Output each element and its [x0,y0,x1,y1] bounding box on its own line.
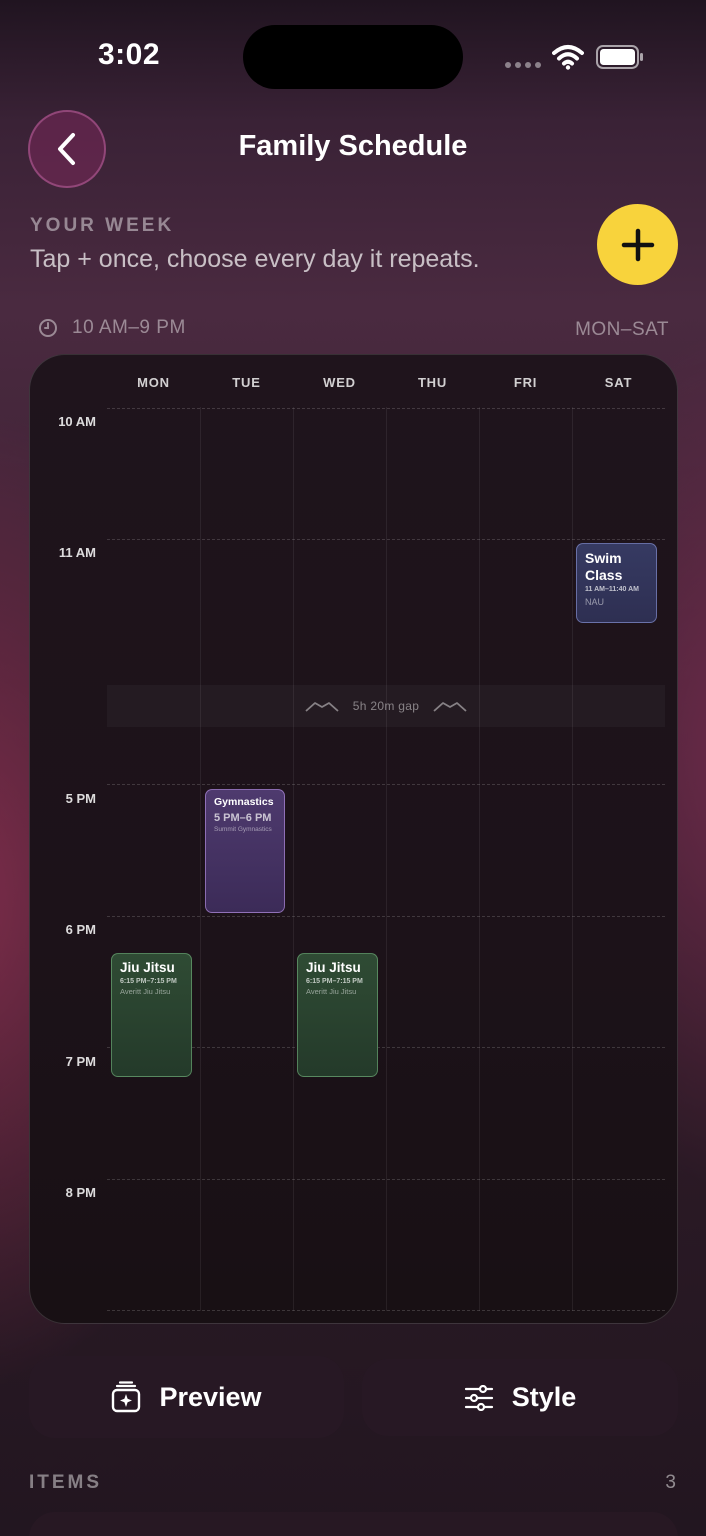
hour-gridline [107,539,665,540]
style-button-label: Style [511,1382,577,1412]
wifi-icon [552,45,584,70]
event-title: Jiu Jitsu [120,960,175,975]
battery-icon [596,45,643,69]
event-gymnastics[interactable]: Gymnastics 5 PM–6 PM Summit Gymnastics [205,789,285,913]
zigzag-icon [433,702,467,712]
style-button[interactable]: Style [362,1359,678,1436]
column-divider [200,407,201,1311]
plus-icon [621,228,654,261]
column-divider [293,407,294,1311]
zigzag-icon [305,702,339,712]
preview-sparkle-icon [112,1381,141,1413]
day-header-wed: WED [323,375,356,390]
event-title: Jiu Jitsu [306,960,361,975]
event-location: Summit Gymnastics [214,826,272,833]
column-divider [479,407,480,1311]
preview-button[interactable]: Preview [29,1356,344,1438]
gap-label: 5h 20m gap [352,699,420,713]
page-title: Family Schedule [238,130,468,162]
hour-label-5pm: 5 PM [65,791,96,806]
day-header-thu: THU [417,375,448,390]
event-jiu-jitsu-mon[interactable]: Jiu Jitsu 6:15 PM–7:15 PM Averitt Jiu Ji… [111,953,192,1077]
column-divider [572,407,573,1311]
dynamic-island [243,25,463,89]
event-jiu-jitsu-wed[interactable]: Jiu Jitsu 6:15 PM–7:15 PM Averitt Jiu Ji… [297,953,378,1077]
hour-label-11am: 11 AM [58,545,96,560]
add-event-button[interactable] [597,204,678,285]
hour-label-7pm: 7 PM [65,1054,96,1069]
event-location: NAU [585,597,605,607]
event-time: 6:15 PM–7:15 PM [120,978,177,985]
hour-gridline [107,1310,665,1311]
day-header-tue: TUE [232,375,261,390]
status-time: 3:02 [98,38,161,71]
section-label-your-week: YOUR WEEK [30,215,175,236]
time-range: 10 AM–9 PM [38,317,186,339]
event-time: 5 PM–6 PM [214,812,272,824]
event-title: Swim Class [585,550,623,583]
day-header-sat: SAT [604,375,633,390]
items-list-card[interactable] [29,1512,678,1536]
hour-gridline [107,1179,665,1180]
hour-label-10am: 10 AM [58,414,96,429]
cellular-signal-icon [505,62,541,68]
hour-label-6pm: 6 PM [65,922,96,937]
event-title: Gymnastics [214,796,274,808]
hour-gridline [107,408,665,409]
hour-label-8pm: 8 PM [65,1185,96,1200]
event-location: Averitt Jiu Jitsu [120,987,171,996]
column-divider [386,407,387,1311]
event-time: 11 AM–11:40 AM [585,586,639,593]
time-range-label: 10 AM–9 PM [72,317,186,338]
hour-gridline [107,916,665,917]
day-header-fri: FRI [513,375,538,390]
hour-gridline [107,784,665,785]
event-swim-class[interactable]: Swim Class 11 AM–11:40 AM NAU [576,543,657,623]
day-range-label: MON–SAT [575,319,669,340]
day-header-mon: MON [137,375,170,390]
intro-subtitle: Tap + once, choose every day it repeats. [30,245,480,273]
items-section-label: ITEMS [29,1472,103,1493]
sliders-icon [464,1384,493,1411]
time-gap-indicator[interactable]: 5h 20m gap [107,685,665,727]
event-time: 6:15 PM–7:15 PM [306,978,363,985]
preview-button-label: Preview [159,1381,262,1412]
items-count: 3 [665,1472,676,1493]
week-calendar[interactable]: MON TUE WED THU FRI SAT 10 AM 11 AM 5 PM… [29,354,678,1324]
event-location: Averitt Jiu Jitsu [306,987,357,996]
clock-icon [39,319,57,337]
